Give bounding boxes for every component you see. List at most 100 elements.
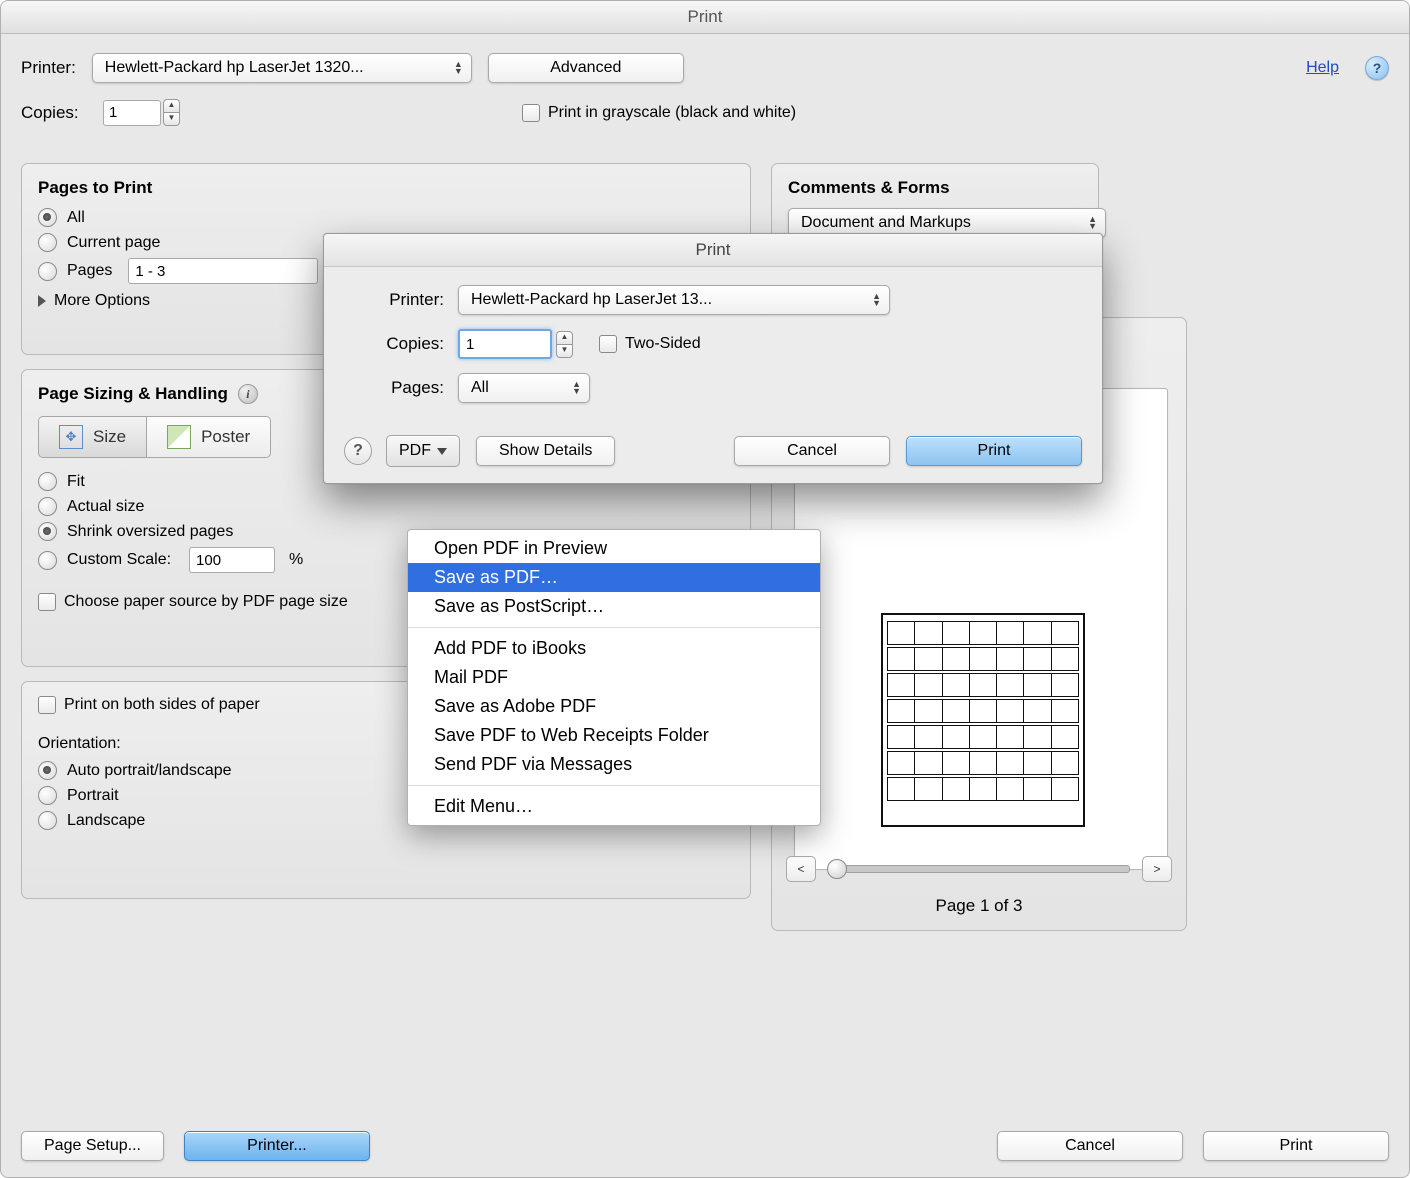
disclosure-triangle-icon[interactable]	[38, 295, 46, 307]
pages-range-label: Pages	[67, 262, 112, 280]
chevron-updown-icon: ▲▼	[454, 61, 463, 75]
checkbox-icon	[38, 593, 56, 611]
printer-button[interactable]: Printer...	[184, 1131, 370, 1161]
cancel-button[interactable]: Cancel	[997, 1131, 1183, 1161]
checkbox-icon	[599, 335, 617, 353]
fit-label: Fit	[67, 473, 85, 491]
print-dialog-window: Print Printer: Hewlett-Packard hp LaserJ…	[0, 0, 1410, 1178]
size-icon: ✥	[59, 425, 83, 449]
stepper-up-icon[interactable]: ▲	[556, 331, 573, 345]
sheet-printer-select[interactable]: Hewlett-Packard hp LaserJet 13... ▲▼	[458, 285, 890, 315]
help-link[interactable]: Help	[1306, 59, 1339, 77]
checkbox-icon	[38, 696, 56, 714]
percent-label: %	[289, 551, 303, 569]
sheet-print-button[interactable]: Print	[906, 436, 1082, 466]
both-sides-label: Print on both sides of paper	[64, 696, 260, 714]
tab-size-label: Size	[93, 427, 126, 447]
orientation-landscape-label: Landscape	[67, 812, 145, 830]
copies-input[interactable]	[103, 100, 161, 126]
sheet-copies-label: Copies:	[348, 334, 458, 354]
printer-select-value: Hewlett-Packard hp LaserJet 1320...	[105, 59, 364, 77]
tab-size[interactable]: ✥ Size	[38, 416, 147, 458]
menu-add-to-ibooks[interactable]: Add PDF to iBooks	[408, 634, 820, 663]
pdf-dropdown-menu: Open PDF in Preview Save as PDF… Save as…	[407, 529, 821, 826]
actual-size-radio[interactable]: Actual size	[38, 497, 734, 516]
menu-separator	[408, 785, 820, 786]
sheet-cancel-button[interactable]: Cancel	[734, 436, 890, 466]
stepper-down-icon[interactable]: ▼	[163, 113, 180, 126]
printer-label: Printer:	[21, 58, 76, 78]
orientation-auto-label: Auto portrait/landscape	[67, 762, 232, 780]
preview-next-button[interactable]: >	[1142, 856, 1172, 882]
print-button[interactable]: Print	[1203, 1131, 1389, 1161]
info-icon[interactable]: i	[238, 384, 258, 404]
chevron-updown-icon: ▲▼	[1088, 216, 1097, 230]
pdf-menu-button[interactable]: PDF	[386, 435, 460, 467]
two-sided-checkbox[interactable]: Two-Sided	[599, 335, 701, 353]
sheet-printer-value: Hewlett-Packard hp LaserJet 13...	[471, 291, 712, 309]
custom-scale-input[interactable]	[189, 547, 275, 573]
grayscale-checkbox[interactable]: Print in grayscale (black and white)	[522, 104, 796, 122]
sheet-help-icon[interactable]: ?	[344, 437, 372, 465]
menu-save-as-adobe-pdf[interactable]: Save as Adobe PDF	[408, 692, 820, 721]
slider-knob[interactable]	[827, 859, 847, 879]
pages-range-input[interactable]	[128, 258, 318, 284]
menu-edit-menu[interactable]: Edit Menu…	[408, 792, 820, 821]
chevron-updown-icon: ▲▼	[872, 293, 881, 307]
menu-save-as-postscript[interactable]: Save as PostScript…	[408, 592, 820, 621]
window-title: Print	[1, 1, 1409, 34]
comments-forms-title: Comments & Forms	[788, 178, 1082, 198]
preview-page	[881, 613, 1085, 827]
show-details-button[interactable]: Show Details	[476, 436, 615, 466]
sheet-pages-value: All	[471, 379, 489, 397]
paper-source-checkbox[interactable]: Choose paper source by PDF page size	[38, 593, 348, 611]
sheet-printer-label: Printer:	[348, 290, 458, 310]
menu-separator	[408, 627, 820, 628]
menu-save-to-web-receipts[interactable]: Save PDF to Web Receipts Folder	[408, 721, 820, 750]
stepper-down-icon[interactable]: ▼	[556, 345, 573, 358]
tab-poster[interactable]: Poster	[147, 416, 271, 458]
orientation-portrait-label: Portrait	[67, 787, 119, 805]
page-setup-button[interactable]: Page Setup...	[21, 1131, 164, 1161]
custom-scale-label: Custom Scale:	[67, 551, 171, 569]
tab-poster-label: Poster	[201, 427, 250, 447]
pages-current-label: Current page	[67, 234, 160, 252]
actual-size-label: Actual size	[67, 498, 144, 516]
page-sizing-title: Page Sizing & Handling	[38, 384, 228, 404]
menu-send-via-messages[interactable]: Send PDF via Messages	[408, 750, 820, 779]
pages-all-label: All	[67, 209, 85, 227]
comments-forms-value: Document and Markups	[801, 214, 971, 232]
grayscale-label: Print in grayscale (black and white)	[548, 104, 796, 122]
window-content: Printer: Hewlett-Packard hp LaserJet 132…	[1, 33, 1409, 1177]
chevron-updown-icon: ▲▼	[572, 381, 581, 395]
copies-stepper[interactable]: ▲▼	[103, 99, 180, 126]
both-sides-checkbox[interactable]: Print on both sides of paper	[38, 696, 260, 714]
sheet-copies-stepper[interactable]: ▲▼	[556, 331, 573, 358]
stepper-up-icon[interactable]: ▲	[163, 99, 180, 113]
sheet-copies-input[interactable]	[458, 329, 552, 359]
shrink-label: Shrink oversized pages	[67, 523, 233, 541]
preview-slider[interactable]	[828, 865, 1130, 873]
sheet-title: Print	[324, 234, 1102, 267]
advanced-button[interactable]: Advanced	[488, 53, 684, 83]
sheet-pages-select[interactable]: All ▲▼	[458, 373, 590, 403]
sheet-pages-label: Pages:	[348, 378, 458, 398]
paper-source-label: Choose paper source by PDF page size	[64, 593, 348, 611]
chevron-down-icon	[437, 448, 447, 455]
preview-prev-button[interactable]: <	[786, 856, 816, 882]
printer-select[interactable]: Hewlett-Packard hp LaserJet 1320... ▲▼	[92, 53, 472, 83]
system-print-sheet: Print Printer: Hewlett-Packard hp LaserJ…	[323, 233, 1103, 484]
more-options-label[interactable]: More Options	[54, 292, 150, 310]
pdf-menu-label: PDF	[399, 442, 431, 460]
help-icon[interactable]: ?	[1365, 56, 1389, 80]
pages-to-print-title: Pages to Print	[38, 178, 734, 198]
preview-page-indicator: Page 1 of 3	[772, 896, 1186, 916]
menu-save-as-pdf[interactable]: Save as PDF…	[408, 563, 820, 592]
poster-icon	[167, 425, 191, 449]
menu-open-pdf-preview[interactable]: Open PDF in Preview	[408, 534, 820, 563]
checkbox-icon	[522, 104, 540, 122]
menu-mail-pdf[interactable]: Mail PDF	[408, 663, 820, 692]
two-sided-label: Two-Sided	[625, 335, 701, 353]
copies-label: Copies:	[21, 103, 87, 123]
pages-all-radio[interactable]: All	[38, 208, 734, 227]
